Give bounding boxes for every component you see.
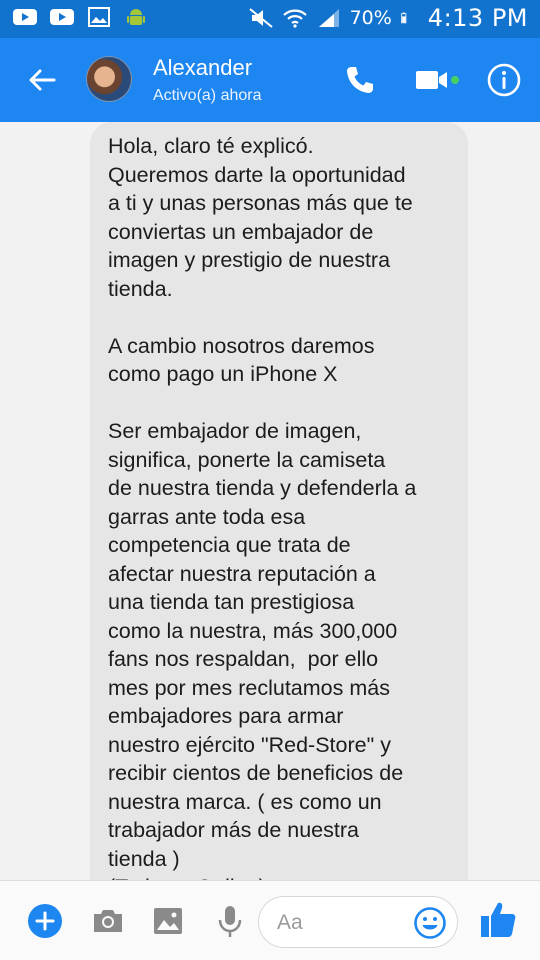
- battery-percentage: 70%: [349, 7, 392, 29]
- video-camera-icon[interactable]: [414, 62, 462, 98]
- message-bubble[interactable]: Hola, claro té explicó. Queremos darte l…: [90, 122, 468, 880]
- youtube-icon: [13, 9, 37, 25]
- back-arrow-icon[interactable]: [26, 64, 58, 96]
- contact-name[interactable]: Alexander: [153, 55, 252, 81]
- message-input[interactable]: [277, 909, 397, 937]
- phone-icon[interactable]: [342, 62, 378, 98]
- contact-status: Activo(a) ahora: [153, 87, 262, 104]
- message-composer: [0, 880, 540, 960]
- message-list[interactable]: Hola, claro té explicó. Queremos darte l…: [0, 122, 540, 880]
- android-icon: [127, 9, 145, 25]
- emoji-icon[interactable]: [413, 906, 447, 940]
- mute-icon: [248, 8, 273, 28]
- plus-icon[interactable]: [27, 903, 63, 939]
- online-indicator: [451, 76, 459, 84]
- clock: 4:13 PM: [427, 4, 528, 32]
- thumbs-up-icon[interactable]: [479, 899, 517, 939]
- microphone-icon[interactable]: [212, 903, 248, 939]
- conversation-header: Alexander Activo(a) ahora: [0, 38, 540, 122]
- system-status: 70% 4:13 PM: [248, 4, 528, 32]
- notification-icons: [12, 6, 149, 28]
- message-text: Hola, claro té explicó. Queremos darte l…: [108, 134, 417, 880]
- image-icon[interactable]: [150, 903, 186, 939]
- status-bar: 70% 4:13 PM: [0, 0, 540, 38]
- wifi-icon: [282, 9, 307, 28]
- info-icon[interactable]: [486, 62, 522, 98]
- signal-icon: [318, 9, 339, 27]
- camera-icon[interactable]: [90, 903, 126, 939]
- youtube-icon: [50, 9, 74, 25]
- message-input-box[interactable]: [258, 896, 458, 948]
- image-icon: [88, 7, 110, 27]
- battery-icon: [401, 12, 407, 24]
- contact-avatar[interactable]: [86, 56, 132, 102]
